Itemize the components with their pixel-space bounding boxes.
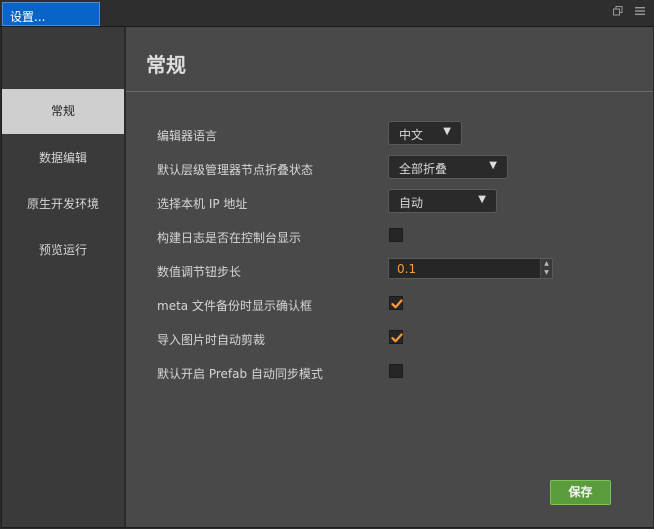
- spin-up-icon[interactable]: ▲: [541, 259, 552, 268]
- hierarchy-fold-select[interactable]: 全部折叠 ▼: [388, 155, 508, 179]
- hierarchy-fold-value: 全部折叠: [399, 162, 448, 176]
- setting-local-ip: 选择本机 IP 地址 自动 ▼: [157, 189, 637, 215]
- auto-trim-images-checkbox[interactable]: [389, 330, 403, 344]
- page-title: 常规: [146, 53, 186, 77]
- sidebar-item-native-dev-env[interactable]: 原生开发环境: [2, 182, 124, 227]
- setting-step-length: 数值调节钮步长 0.1 ▲ ▼: [157, 257, 637, 283]
- checkmark-icon: [391, 299, 403, 309]
- editor-language-value: 中文: [399, 128, 424, 142]
- setting-hierarchy-fold: 默认层级管理器节点折叠状态 全部折叠 ▼: [157, 155, 637, 181]
- setting-auto-trim-images: 导入图片时自动剪裁: [157, 325, 637, 351]
- setting-prefab-auto-sync: 默认开启 Prefab 自动同步模式: [157, 359, 637, 385]
- setting-meta-backup-confirm: meta 文件备份时显示确认框: [157, 291, 637, 317]
- dropdown-arrow-icon: ▼: [443, 126, 451, 137]
- sidebar-item-data-editing[interactable]: 数据编辑: [2, 136, 124, 181]
- checkmark-icon: [391, 333, 403, 343]
- sidebar: 常规 数据编辑 原生开发环境 预览运行: [2, 27, 125, 527]
- build-log-console-checkbox[interactable]: [389, 228, 403, 242]
- title-bar: 设置...: [0, 0, 654, 27]
- local-ip-label: 选择本机 IP 地址: [157, 197, 248, 211]
- editor-language-select[interactable]: 中文 ▼: [388, 121, 462, 145]
- step-length-label: 数值调节钮步长: [157, 265, 242, 279]
- meta-backup-confirm-label: meta 文件备份时显示确认框: [157, 299, 312, 313]
- title-divider: [126, 91, 653, 92]
- menu-icon[interactable]: [634, 6, 646, 19]
- prefab-auto-sync-label: 默认开启 Prefab 自动同步模式: [157, 367, 323, 381]
- local-ip-value: 自动: [399, 196, 424, 210]
- settings-panel: 常规 编辑器语言 中文 ▼ 默认层级管理器节点折叠状态 全部折叠 ▼ 选择本机 …: [126, 27, 653, 527]
- auto-trim-images-label: 导入图片时自动剪裁: [157, 333, 266, 347]
- editor-language-label: 编辑器语言: [157, 129, 218, 143]
- step-length-input[interactable]: 0.1 ▲ ▼: [388, 258, 553, 279]
- step-length-spinner: ▲ ▼: [540, 259, 552, 278]
- settings-tab[interactable]: 设置...: [2, 2, 100, 26]
- spin-down-icon[interactable]: ▼: [541, 268, 552, 277]
- window-controls: [612, 6, 646, 19]
- build-log-console-label: 构建日志是否在控制台显示: [157, 231, 302, 245]
- sidebar-item-general[interactable]: 常规: [2, 89, 124, 134]
- dropdown-arrow-icon: ▼: [489, 160, 497, 171]
- meta-backup-confirm-checkbox[interactable]: [389, 296, 403, 310]
- hierarchy-fold-label: 默认层级管理器节点折叠状态: [157, 163, 314, 177]
- setting-build-log-console: 构建日志是否在控制台显示: [157, 223, 637, 249]
- prefab-auto-sync-checkbox[interactable]: [389, 364, 403, 378]
- step-length-value: 0.1: [397, 262, 417, 276]
- setting-editor-language: 编辑器语言 中文 ▼: [157, 121, 637, 147]
- dropdown-arrow-icon: ▼: [478, 194, 486, 205]
- sidebar-item-preview-run[interactable]: 预览运行: [2, 228, 124, 273]
- settings-window: 常规 数据编辑 原生开发环境 预览运行 常规 编辑器语言 中文 ▼ 默认层级管理…: [1, 27, 653, 528]
- local-ip-select[interactable]: 自动 ▼: [388, 189, 497, 213]
- restore-icon[interactable]: [612, 6, 624, 19]
- save-button[interactable]: 保存: [550, 480, 611, 505]
